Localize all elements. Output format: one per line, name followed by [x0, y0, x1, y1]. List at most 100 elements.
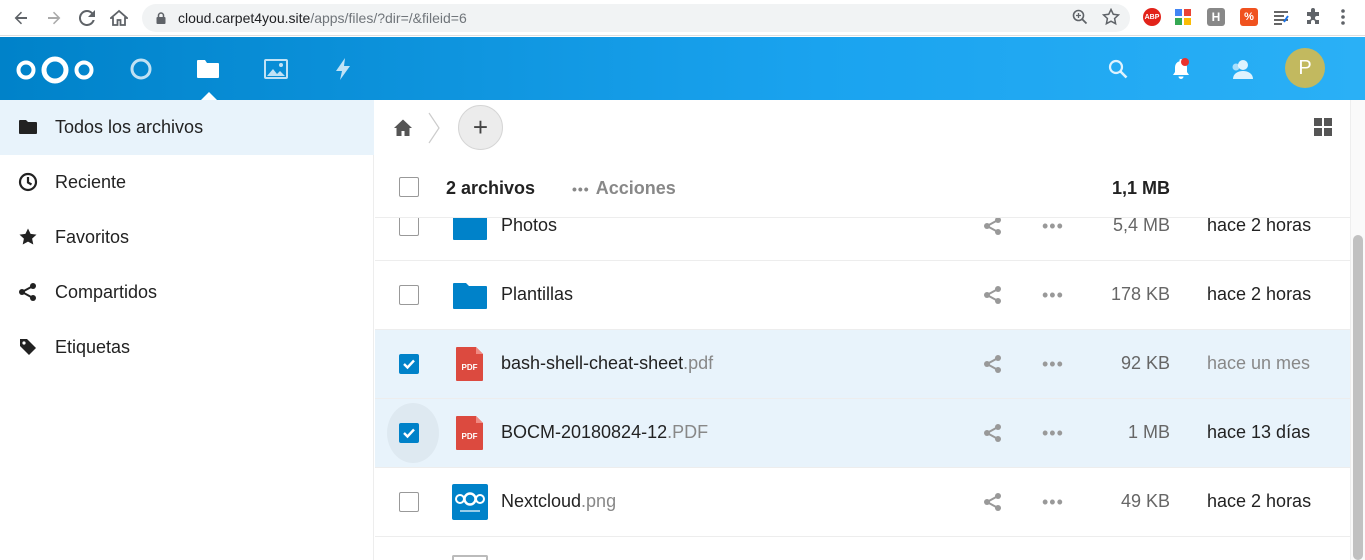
file-modified: hace 13 días — [1207, 422, 1311, 442]
row-checkbox[interactable] — [399, 492, 419, 512]
reload-icon[interactable] — [75, 6, 99, 30]
table-row[interactable]: PDF bash-shell-cheat-sheet.pdf ••• 92 KB… — [375, 330, 1350, 399]
more-actions-icon[interactable]: ••• — [1042, 285, 1064, 305]
row-checkbox[interactable] — [399, 285, 419, 305]
forward-arrow-icon[interactable] — [42, 6, 66, 30]
breadcrumb-separator — [428, 112, 440, 144]
bookmark-star-icon[interactable] — [1101, 7, 1121, 31]
share-icon[interactable] — [983, 285, 1003, 305]
user-avatar[interactable]: P — [1285, 48, 1325, 88]
navigation-sidebar: Todos los archivos Reciente Favoritos Co… — [0, 100, 374, 560]
more-actions-icon[interactable]: ••• — [1042, 216, 1064, 236]
sidebar-item-shared[interactable]: Compartidos — [0, 265, 374, 320]
file-modified: hace 2 horas — [1207, 284, 1312, 304]
svg-text:PDF: PDF — [462, 363, 478, 372]
breadcrumb-home-icon[interactable] — [393, 118, 413, 143]
grid-view-toggle-icon[interactable] — [1314, 118, 1332, 136]
file-size: 5,4 MB — [1112, 215, 1170, 235]
adblock-extension-icon[interactable]: ABP — [1143, 8, 1161, 26]
image-thumbnail-icon — [452, 484, 488, 520]
sidebar-item-label: Favoritos — [55, 227, 130, 247]
pdf-file-icon: PDF — [456, 416, 483, 450]
row-checkbox[interactable] — [399, 423, 419, 443]
more-dots-icon: ••• — [572, 180, 590, 197]
share-icon — [18, 282, 38, 302]
pdf-file-icon: PDF — [456, 347, 483, 381]
file-modified: hace un mes — [1207, 353, 1311, 373]
row-checkbox[interactable] — [399, 354, 419, 374]
file-list-area: + Photos ••• 5,4 MB hace 2 horas Plantil… — [375, 100, 1350, 560]
extensions-puzzle-icon[interactable] — [1304, 8, 1322, 31]
list-extension-icon[interactable] — [1272, 8, 1290, 26]
table-row[interactable]: Plantillas ••• 178 KB hace 2 horas — [375, 261, 1350, 330]
folder-icon — [453, 283, 487, 309]
star-icon — [18, 227, 38, 247]
tag-icon — [18, 337, 38, 357]
file-size: 1 MB — [1127, 422, 1170, 442]
sidebar-item-label: Compartidos — [55, 282, 158, 302]
more-actions-icon[interactable]: ••• — [1042, 492, 1064, 512]
file-size: 178 KB — [1110, 284, 1170, 304]
file-modified: hace 2 horas — [1207, 215, 1312, 235]
zoom-icon[interactable] — [1072, 9, 1088, 30]
contacts-icon[interactable] — [1230, 57, 1254, 81]
search-icon[interactable] — [1106, 57, 1130, 81]
files-app-icon[interactable] — [196, 57, 220, 81]
file-name[interactable]: bash-shell-cheat-sheet.pdf — [501, 353, 713, 374]
url-path: /apps/files/?dir=/&fileid=6 — [310, 10, 467, 26]
file-name[interactable]: Photos — [501, 215, 557, 236]
clock-icon — [18, 172, 38, 192]
sidebar-item-favorites[interactable]: Favoritos — [0, 210, 374, 265]
file-name[interactable]: BOCM-20180824-12.PDF — [501, 422, 708, 443]
sidebar-item-label: Reciente — [55, 172, 127, 192]
file-name[interactable]: Nextcloud.png — [501, 491, 616, 512]
new-file-button[interactable]: + — [458, 105, 503, 150]
sidebar-item-label: Todos los archivos — [55, 117, 204, 137]
activity-app-icon[interactable] — [331, 57, 355, 81]
folder-icon — [18, 117, 38, 137]
back-arrow-icon[interactable] — [9, 6, 33, 30]
dashboard-app-icon[interactable] — [129, 57, 153, 81]
sidebar-item-label: Etiquetas — [55, 337, 131, 357]
selection-total-size: 1,1 MB — [1111, 178, 1170, 198]
actions-menu-button[interactable]: ••• Acciones — [572, 178, 676, 199]
h-extension-icon[interactable]: H — [1207, 8, 1225, 26]
google-extension-icon[interactable] — [1174, 8, 1192, 26]
checkmark-icon — [403, 428, 415, 439]
table-row[interactable]: Nextcloud.png ••• 49 KB hace 2 horas — [375, 468, 1350, 537]
svg-text:PDF: PDF — [462, 432, 478, 441]
sidebar-item-tags[interactable]: Etiquetas — [0, 320, 374, 375]
app-header: P — [0, 37, 1365, 101]
scrollbar-thumb[interactable] — [1353, 235, 1363, 560]
sidebar-item-recent[interactable]: Reciente — [0, 155, 374, 210]
share-icon[interactable] — [983, 423, 1003, 443]
lock-icon — [156, 12, 166, 24]
share-icon[interactable] — [983, 216, 1003, 236]
address-bar[interactable]: cloud.carpet4you.site/apps/files/?dir=/&… — [142, 4, 1130, 32]
table-row[interactable]: PDF BOCM-20180824-12.PDF ••• 1 MB hace 1… — [375, 399, 1350, 468]
select-all-checkbox[interactable] — [399, 177, 419, 197]
browser-menu-icon[interactable] — [1340, 8, 1346, 31]
partial-file-icon — [452, 555, 488, 560]
orange-extension-icon[interactable]: % — [1240, 8, 1258, 26]
file-size: 92 KB — [1120, 353, 1170, 373]
home-icon[interactable] — [107, 6, 131, 30]
url-host: cloud.carpet4you.site — [178, 10, 311, 26]
more-actions-icon[interactable]: ••• — [1042, 354, 1064, 374]
file-name[interactable]: Plantillas — [501, 284, 573, 305]
selection-count: 2 archivos — [446, 178, 536, 198]
nextcloud-logo-icon[interactable] — [15, 55, 95, 90]
file-size: 49 KB — [1120, 491, 1170, 511]
more-actions-icon[interactable]: ••• — [1042, 423, 1064, 443]
checkmark-icon — [403, 359, 415, 370]
share-icon[interactable] — [983, 492, 1003, 512]
share-icon[interactable] — [983, 354, 1003, 374]
file-list-header: 2 archivos ••• Acciones 1,1 MB — [375, 155, 1350, 218]
photos-app-icon[interactable] — [264, 57, 288, 81]
sidebar-item-all-files[interactable]: Todos los archivos — [0, 100, 374, 155]
browser-toolbar: cloud.carpet4you.site/apps/files/?dir=/&… — [0, 0, 1365, 36]
file-modified: hace 2 horas — [1207, 491, 1312, 511]
scrollbar[interactable] — [1350, 100, 1365, 560]
row-checkbox[interactable] — [399, 216, 419, 236]
notification-badge — [1181, 58, 1189, 66]
